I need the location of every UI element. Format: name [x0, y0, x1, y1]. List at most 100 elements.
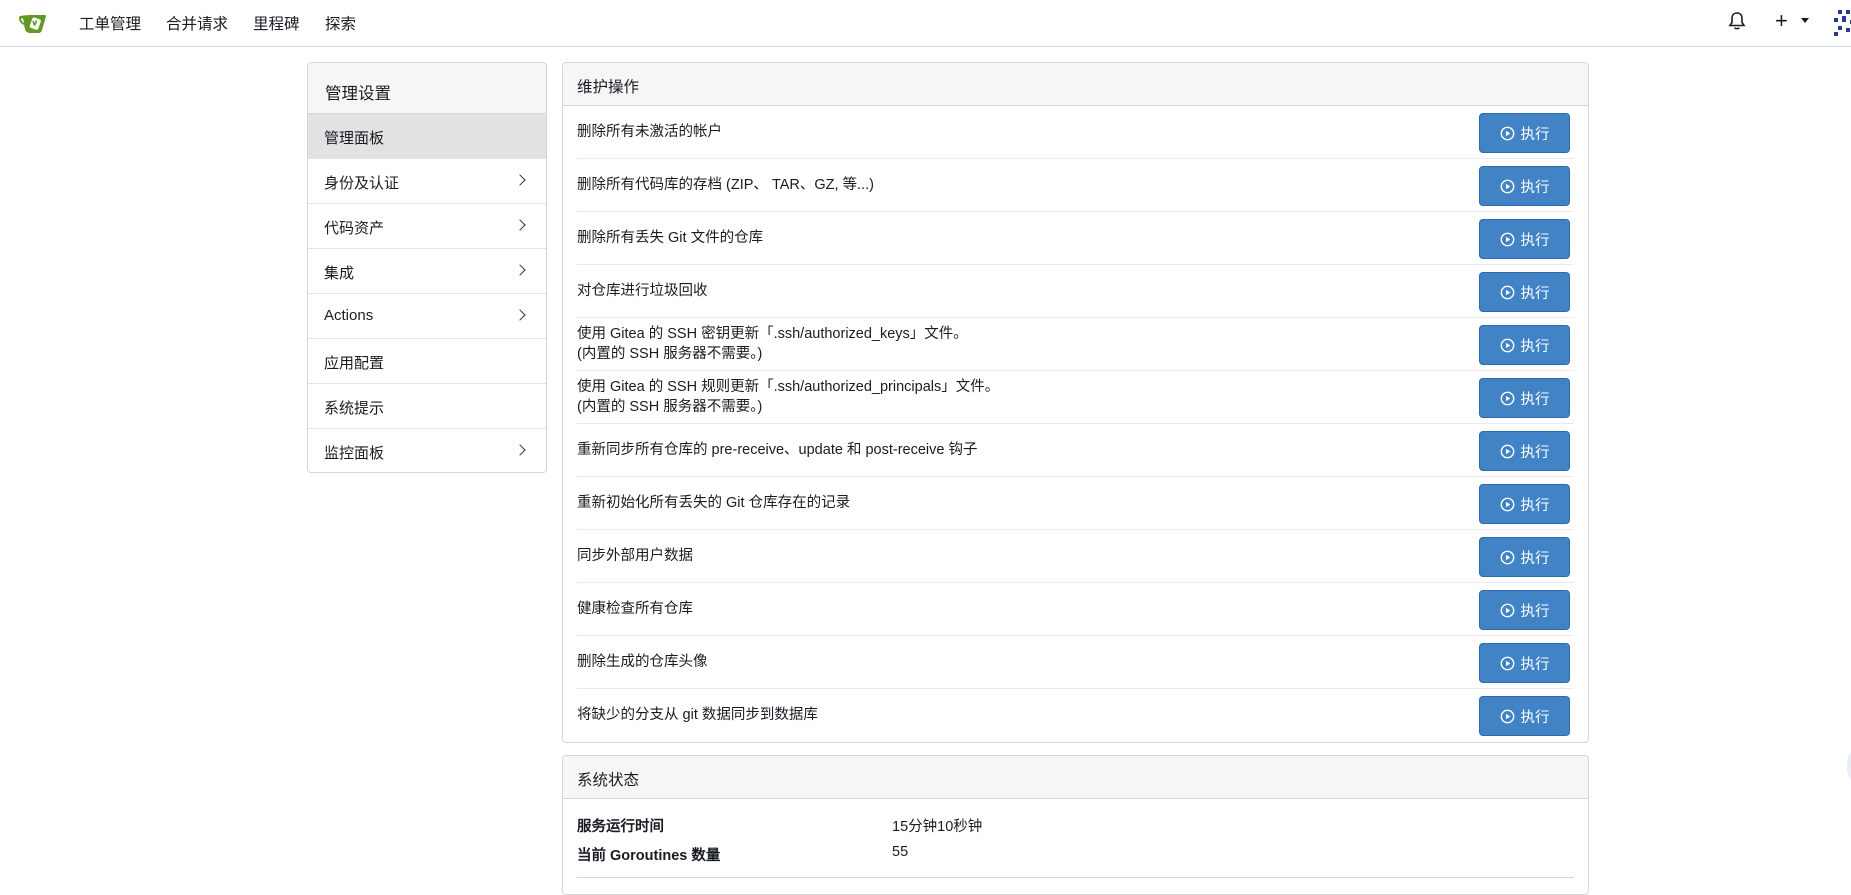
sidebar-item[interactable]: 代码资产	[308, 204, 546, 249]
operation-description-line: 对仓库进行垃圾回收	[577, 283, 708, 299]
sidebar-item-label: 代码资产	[324, 220, 385, 237]
run-button-label: 执行	[1520, 179, 1550, 196]
sidebar-item-label: 管理面板	[324, 130, 385, 147]
sidebar-item[interactable]: 应用配置	[308, 339, 546, 384]
run-button[interactable]: 执行	[1479, 325, 1570, 365]
system-status-title: 系统状态	[563, 756, 1588, 799]
operation-row: 删除所有未激活的帐户 执行	[577, 106, 1574, 159]
operation-description-line: 删除所有丢失 Git 文件的仓库	[577, 230, 764, 246]
operation-description: 同步外部用户数据	[577, 546, 693, 566]
gitea-logo-icon[interactable]	[18, 10, 48, 36]
operation-description: 重新同步所有仓库的 pre-receive、update 和 post-rece…	[577, 440, 977, 460]
system-status-panel: 系统状态 服务运行时间 15分钟10秒钟当前 Goroutines 数量 55	[562, 755, 1589, 895]
status-row: 当前 Goroutines 数量 55	[577, 844, 1574, 873]
operation-description: 删除生成的仓库头像	[577, 652, 708, 672]
sidebar-item[interactable]: 监控面板	[308, 429, 546, 472]
maintenance-panel: 维护操作 删除所有未激活的帐户 执行 删除所有代码库的存档 (ZIP、 TAR、GZ…	[562, 62, 1589, 743]
play-circle-icon	[1500, 232, 1514, 246]
run-button[interactable]: 执行	[1479, 431, 1570, 471]
run-button[interactable]: 执行	[1479, 590, 1570, 630]
operation-row: 重新初始化所有丢失的 Git 仓库存在的记录 执行	[577, 477, 1574, 530]
operation-description-line: 使用 Gitea 的 SSH 规则更新「.ssh/authorized_prin…	[577, 379, 1000, 395]
run-button-label: 执行	[1520, 497, 1550, 514]
operation-description: 健康检查所有仓库	[577, 599, 693, 619]
operation-description: 删除所有代码库的存档 (ZIP、 TAR、GZ, 等...)	[577, 175, 874, 195]
run-button-label: 执行	[1520, 444, 1550, 461]
run-button[interactable]: 执行	[1479, 484, 1570, 524]
sidebar-item[interactable]: 集成	[308, 249, 546, 294]
run-button[interactable]: 执行	[1479, 166, 1570, 206]
chevron-right-icon	[514, 264, 526, 276]
play-circle-icon	[1500, 603, 1514, 617]
sidebar-item-label: 身份及认证	[324, 175, 400, 192]
status-value: 15分钟10秒钟	[892, 819, 983, 835]
operation-description: 对仓库进行垃圾回收	[577, 281, 708, 301]
sidebar-title: 管理设置	[308, 63, 546, 114]
run-button[interactable]: 执行	[1479, 537, 1570, 577]
scroll-edge-indicator	[1847, 752, 1851, 780]
bell-icon[interactable]	[1727, 10, 1747, 32]
play-circle-icon	[1500, 709, 1514, 723]
play-circle-icon	[1500, 126, 1514, 140]
play-circle-icon	[1500, 338, 1514, 352]
nav-explore[interactable]: 探索	[325, 12, 356, 34]
chevron-right-icon	[514, 219, 526, 231]
nav-pull-requests[interactable]: 合并请求	[166, 12, 228, 34]
avatar[interactable]	[1832, 8, 1851, 38]
sidebar-item-label: 监控面板	[324, 445, 385, 462]
sidebar-item[interactable]: 管理面板	[308, 114, 546, 159]
nav-milestones[interactable]: 里程碑	[253, 12, 300, 34]
chevron-down-icon[interactable]	[1801, 18, 1809, 23]
sidebar-item[interactable]: 身份及认证	[308, 159, 546, 204]
run-button[interactable]: 执行	[1479, 696, 1570, 736]
chevron-right-icon	[514, 174, 526, 186]
status-value: 55	[892, 844, 909, 860]
operation-description-line: 删除所有未激活的帐户	[577, 124, 722, 140]
operation-description: 使用 Gitea 的 SSH 规则更新「.ssh/authorized_prin…	[577, 377, 999, 417]
operation-row: 重新同步所有仓库的 pre-receive、update 和 post-rece…	[577, 424, 1574, 477]
sidebar-item-label: 集成	[324, 265, 355, 282]
status-key: 当前 Goroutines 数量	[577, 848, 721, 864]
nav-issues[interactable]: 工单管理	[79, 12, 141, 34]
run-button-label: 执行	[1520, 391, 1550, 408]
play-circle-icon	[1500, 391, 1514, 405]
divider	[577, 877, 1574, 878]
operation-description: 使用 Gitea 的 SSH 密钥更新「.ssh/authorized_keys…	[577, 324, 968, 364]
run-button[interactable]: 执行	[1479, 272, 1570, 312]
operation-description-line: 删除所有代码库的存档 (ZIP、 TAR、GZ, 等...)	[577, 177, 874, 193]
sidebar-item-label: 系统提示	[324, 400, 385, 417]
status-key: 服务运行时间	[577, 819, 664, 835]
operation-row: 删除生成的仓库头像 执行	[577, 636, 1574, 689]
admin-sidebar: 管理设置 管理面板身份及认证代码资产集成 Actions 应用配置系统提示监控面板	[307, 62, 547, 473]
run-button[interactable]: 执行	[1479, 378, 1570, 418]
play-circle-icon	[1500, 550, 1514, 564]
run-button[interactable]: 执行	[1479, 643, 1570, 683]
top-navbar: 工单管理 合并请求 里程碑 探索 +	[0, 0, 1851, 47]
sidebar-item[interactable]: Actions	[308, 294, 546, 339]
operation-description: 重新初始化所有丢失的 Git 仓库存在的记录	[577, 493, 850, 513]
sidebar-item-label: 应用配置	[324, 355, 385, 372]
run-button[interactable]: 执行	[1479, 219, 1570, 259]
operation-row: 使用 Gitea 的 SSH 密钥更新「.ssh/authorized_keys…	[577, 318, 1574, 371]
status-row: 服务运行时间 15分钟10秒钟	[577, 815, 1574, 844]
plus-icon[interactable]: +	[1775, 10, 1788, 32]
operation-description: 删除所有未激活的帐户	[577, 122, 722, 142]
play-circle-icon	[1500, 179, 1514, 193]
sidebar-item[interactable]: 系统提示	[308, 384, 546, 429]
operation-row: 使用 Gitea 的 SSH 规则更新「.ssh/authorized_prin…	[577, 371, 1574, 424]
run-button-label: 执行	[1520, 656, 1550, 673]
operation-description-line: 健康检查所有仓库	[577, 601, 693, 617]
play-circle-icon	[1500, 497, 1514, 511]
run-button-label: 执行	[1520, 338, 1550, 355]
chevron-right-icon	[514, 444, 526, 456]
operation-row: 删除所有代码库的存档 (ZIP、 TAR、GZ, 等...) 执行	[577, 159, 1574, 212]
operation-row: 将缺少的分支从 git 数据同步到数据库 执行	[577, 689, 1574, 742]
operation-row: 对仓库进行垃圾回收 执行	[577, 265, 1574, 318]
run-button[interactable]: 执行	[1479, 113, 1570, 153]
play-circle-icon	[1500, 656, 1514, 670]
run-button-label: 执行	[1520, 126, 1550, 143]
operation-row: 同步外部用户数据 执行	[577, 530, 1574, 583]
operation-description-line: (内置的 SSH 服务器不需要。)	[577, 399, 763, 415]
run-button-label: 执行	[1520, 550, 1550, 567]
operation-row: 健康检查所有仓库 执行	[577, 583, 1574, 636]
